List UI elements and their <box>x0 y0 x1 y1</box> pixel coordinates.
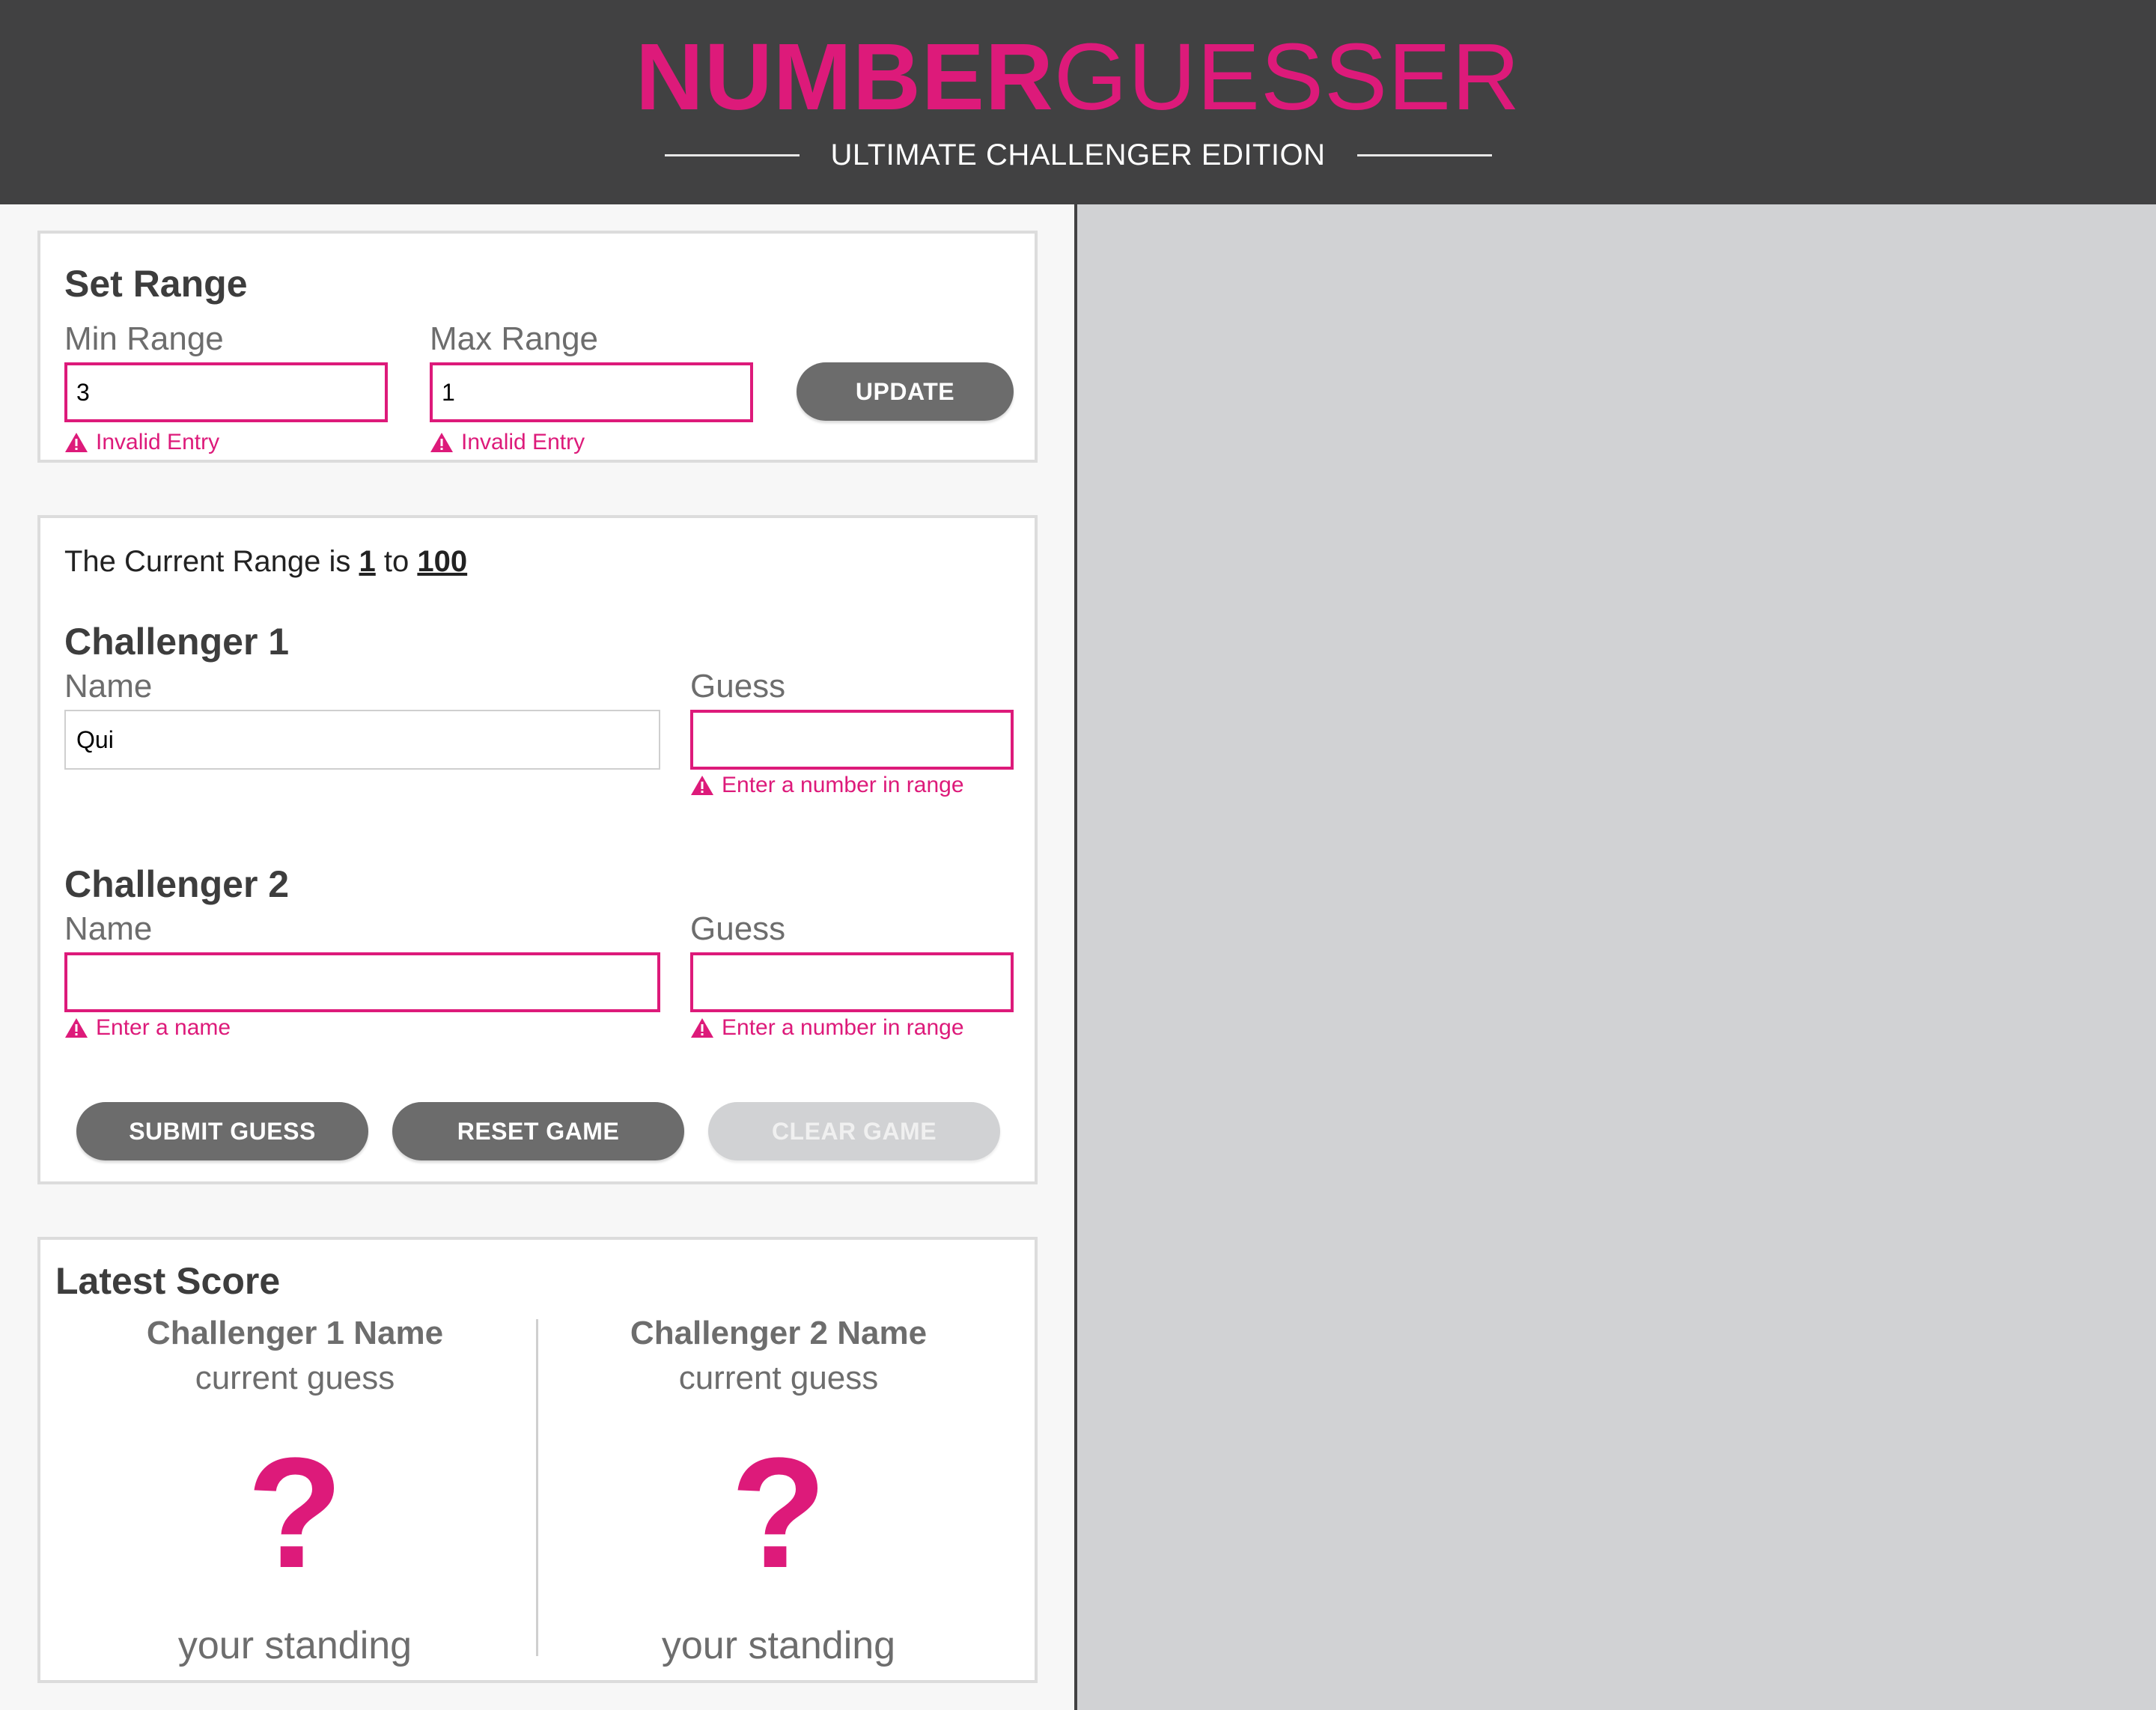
challenger-1-title: Challenger 1 <box>64 621 290 663</box>
score-challenger-2-name: Challenger 2 Name <box>630 1315 928 1351</box>
score-challenger-1-standing: your standing <box>177 1624 412 1667</box>
warning-triangle-icon <box>65 433 88 452</box>
max-range-input[interactable]: 1 <box>430 362 753 422</box>
set-range-title: Set Range <box>64 263 248 305</box>
warning-triangle-icon <box>691 1018 713 1038</box>
min-range-value: 3 <box>76 378 90 406</box>
update-button[interactable]: UPDATE <box>797 362 1014 421</box>
challenger-1-score: Challenger 1 Name current guess ? your s… <box>55 1315 535 1668</box>
challenger-2-guess-input[interactable] <box>690 952 1014 1012</box>
logo-title-light: GUESSER <box>1053 24 1521 130</box>
challenger-1-name-label: Name <box>64 668 153 705</box>
clear-game-button[interactable]: CLEAR GAME <box>708 1102 1000 1160</box>
challenger-2-name-label: Name <box>64 910 153 947</box>
app-header: NUMBERGUESSER ULTIMATE CHALLENGER EDITIO… <box>0 0 2156 204</box>
score-challenger-2-subtitle: current guess <box>678 1360 879 1396</box>
max-range-label: Max Range <box>430 320 599 357</box>
current-range-prefix: The Current Range is <box>64 545 351 578</box>
latest-score-card: Latest Score Challenger 1 Name current g… <box>37 1237 1038 1683</box>
warning-triangle-icon <box>65 1018 88 1038</box>
current-range-to: to <box>383 545 409 578</box>
logo-title-bold: NUMBER <box>635 24 1054 130</box>
current-range-text: The Current Range is 1 to 100 <box>64 545 467 579</box>
challenger-2-guess-label: Guess <box>690 910 786 947</box>
score-challenger-1-subtitle: current guess <box>195 1360 395 1396</box>
score-challenger-1-guess: ? <box>246 1425 344 1601</box>
challenger-2-title: Challenger 2 <box>64 863 290 905</box>
subtitle-row: ULTIMATE CHALLENGER EDITION <box>0 135 2156 175</box>
current-range-min: 1 <box>359 545 376 578</box>
min-range-error-text: Invalid Entry <box>96 430 220 454</box>
challenger-2-name-error: Enter a name <box>64 1015 231 1041</box>
results-panel <box>1074 204 2156 1710</box>
score-challenger-2-guess: ? <box>730 1425 827 1601</box>
score-challenger-1-name: Challenger 1 Name <box>146 1315 444 1351</box>
game-card: The Current Range is 1 to 100 Challenger… <box>37 515 1038 1184</box>
min-range-label: Min Range <box>64 320 224 357</box>
challenger-2-guess-error: Enter a number in range <box>690 1015 964 1041</box>
challenger-2-name-input[interactable] <box>64 952 660 1012</box>
current-range-max: 100 <box>417 545 468 578</box>
challenger-2-score: Challenger 2 Name current guess ? your s… <box>539 1315 1018 1668</box>
app-logo: NUMBERGUESSER <box>0 21 2156 133</box>
min-range-input[interactable]: 3 <box>64 362 388 422</box>
challenger-1-guess-error-text: Enter a number in range <box>722 773 964 797</box>
score-challenger-2-standing: your standing <box>661 1624 896 1667</box>
min-range-error: Invalid Entry <box>64 430 219 455</box>
warning-triangle-icon <box>430 433 453 452</box>
subtitle-right-rule <box>1356 153 1492 156</box>
challenger-1-name-input[interactable]: Qui <box>64 710 660 770</box>
reset-game-button[interactable]: RESET GAME <box>392 1102 684 1160</box>
max-range-error-text: Invalid Entry <box>461 430 585 454</box>
max-range-error: Invalid Entry <box>430 430 585 455</box>
max-range-value: 1 <box>442 378 455 406</box>
challenger-1-guess-label: Guess <box>690 668 786 705</box>
challenger-1-guess-input[interactable] <box>690 710 1014 770</box>
warning-triangle-icon <box>691 776 713 795</box>
challenger-1-guess-error: Enter a number in range <box>690 773 964 798</box>
set-range-card: Set Range Min Range 3 Invalid Entry Max … <box>37 231 1038 463</box>
challenger-1-name-value: Qui <box>76 725 114 753</box>
challenger-2-name-error-text: Enter a name <box>96 1015 231 1040</box>
latest-score-title: Latest Score <box>55 1260 281 1302</box>
challenger-2-guess-error-text: Enter a number in range <box>722 1015 964 1040</box>
submit-guess-button[interactable]: SUBMIT GUESS <box>76 1102 368 1160</box>
subtitle-left-rule <box>664 153 800 156</box>
app-subtitle: ULTIMATE CHALLENGER EDITION <box>830 138 1326 171</box>
score-divider <box>536 1319 538 1656</box>
